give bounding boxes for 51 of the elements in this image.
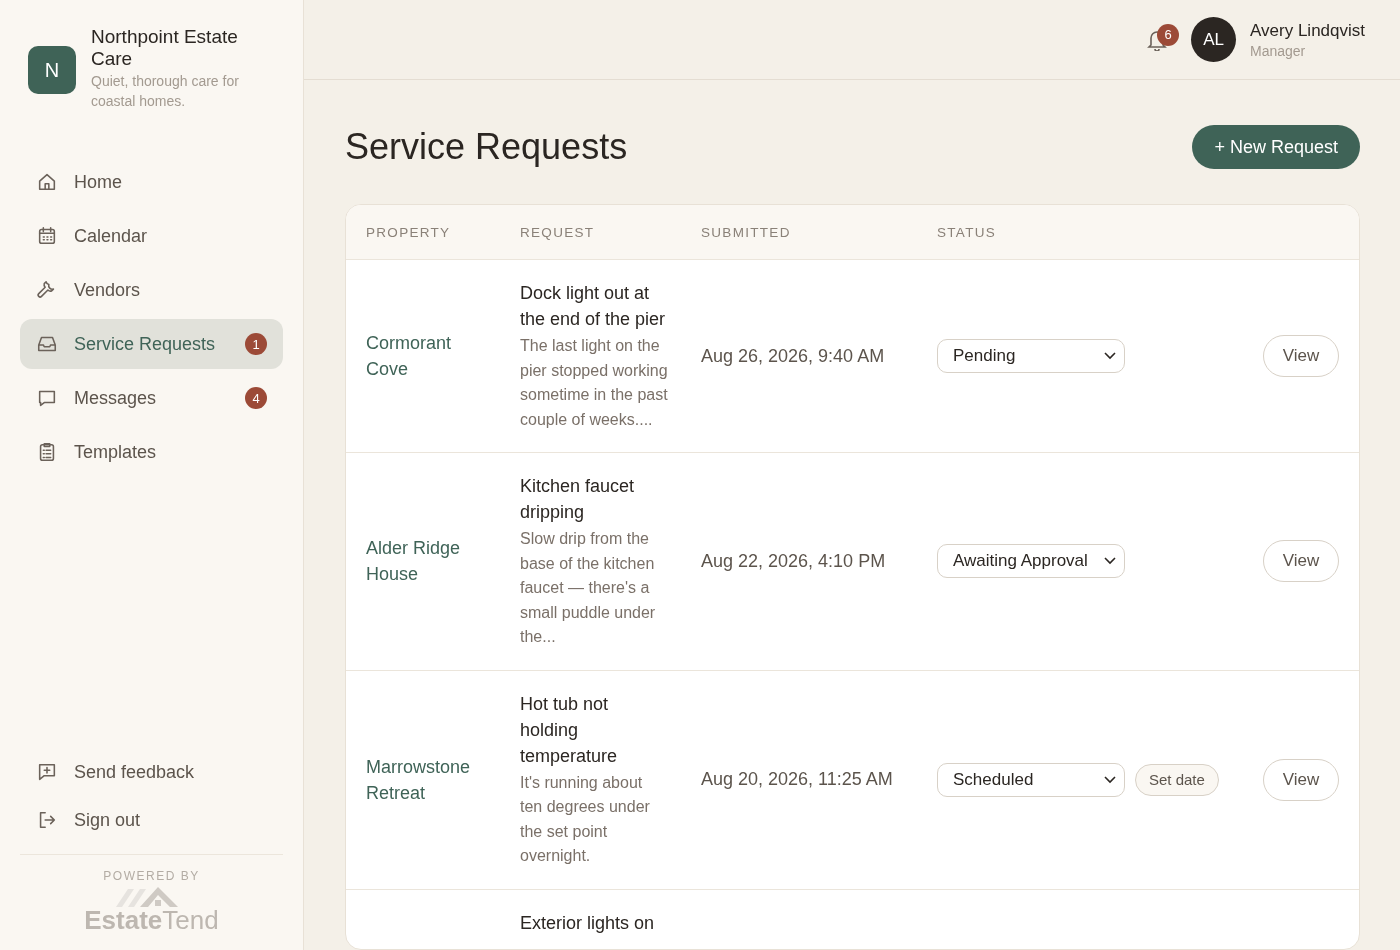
page-title: Service Requests xyxy=(345,126,628,168)
status-select[interactable]: Pending xyxy=(937,339,1125,373)
user-avatar[interactable]: AL xyxy=(1191,17,1237,62)
status-select[interactable]: Awaiting Approval xyxy=(937,544,1125,579)
vendor-logo-text: EstateTend xyxy=(84,905,219,936)
status-select[interactable]: Scheduled xyxy=(937,762,1125,797)
column-header: REQUEST xyxy=(520,224,596,240)
chevron-down-icon xyxy=(1104,352,1116,360)
nav-item[interactable]: Messages 4 xyxy=(20,373,283,423)
notification-badge: 6 xyxy=(1157,23,1180,46)
user-name: Avery Lindqvist xyxy=(1250,20,1365,41)
nav-item[interactable]: Vendors xyxy=(20,265,283,315)
request-title: Kitchen faucet dripping xyxy=(520,475,636,524)
request-description: It's running about ten degrees under the set point overnight. xyxy=(520,772,651,866)
chevron-down-icon xyxy=(1104,557,1116,566)
column-header: PROPERTY xyxy=(366,224,452,240)
view-button[interactable]: View xyxy=(1263,335,1339,377)
count-badge: 4 xyxy=(245,387,267,409)
property-link[interactable]: Alder Ridge House xyxy=(366,535,476,588)
feedback-icon xyxy=(36,761,58,783)
property-link[interactable]: Marrowstone Retreat xyxy=(366,753,476,806)
request-title: Exterior lights on xyxy=(520,911,656,935)
view-button[interactable]: View xyxy=(1263,758,1339,801)
property-link[interactable]: Cormorant Cove xyxy=(366,330,476,382)
new-request-button[interactable]: + New Request xyxy=(1192,125,1360,169)
nav-item[interactable]: Templates xyxy=(20,427,283,477)
chevron-down-icon xyxy=(1104,775,1116,784)
request-title: Dock light out at the end of the pier xyxy=(520,282,667,331)
powered-by-caption: POWERED BY xyxy=(103,869,200,883)
home-icon xyxy=(36,171,58,193)
brand-tagline: Quiet, thorough care for coastal homes. xyxy=(91,72,240,111)
column-header: SUBMITTED xyxy=(701,224,792,240)
nav-item[interactable]: Sign out xyxy=(20,798,283,842)
nav-item[interactable]: Calendar xyxy=(20,211,283,261)
submitted-date: Aug 26, 2026, 9:40 AM xyxy=(701,345,885,366)
column-header: STATUS xyxy=(937,224,998,240)
submitted-date: Aug 20, 2026, 11:25 AM xyxy=(701,769,893,789)
request-title: Hot tub not holding temperature xyxy=(520,692,619,768)
view-button[interactable]: View xyxy=(1263,540,1339,583)
request-description: Slow drip from the base of the kitchen faucet — there's a small puddle under the... xyxy=(520,529,657,647)
brand-name: Northpoint Estate Care xyxy=(91,26,239,70)
user-role: Manager xyxy=(1250,42,1307,59)
nav-item[interactable]: Home xyxy=(20,157,283,207)
count-badge: 1 xyxy=(245,333,267,355)
calendar-icon xyxy=(36,225,58,247)
request-description: The last light on the pier stopped working sometime in the past couple of weeks.... xyxy=(520,336,668,430)
nav-item[interactable]: Service Requests 1 xyxy=(20,319,283,369)
brand-logo: N xyxy=(28,46,76,94)
submitted-date: Aug 22, 2026, 4:10 PM xyxy=(701,550,886,571)
nav-item[interactable]: Send feedback xyxy=(20,750,283,794)
set-date-button[interactable]: Set date xyxy=(1135,763,1219,796)
